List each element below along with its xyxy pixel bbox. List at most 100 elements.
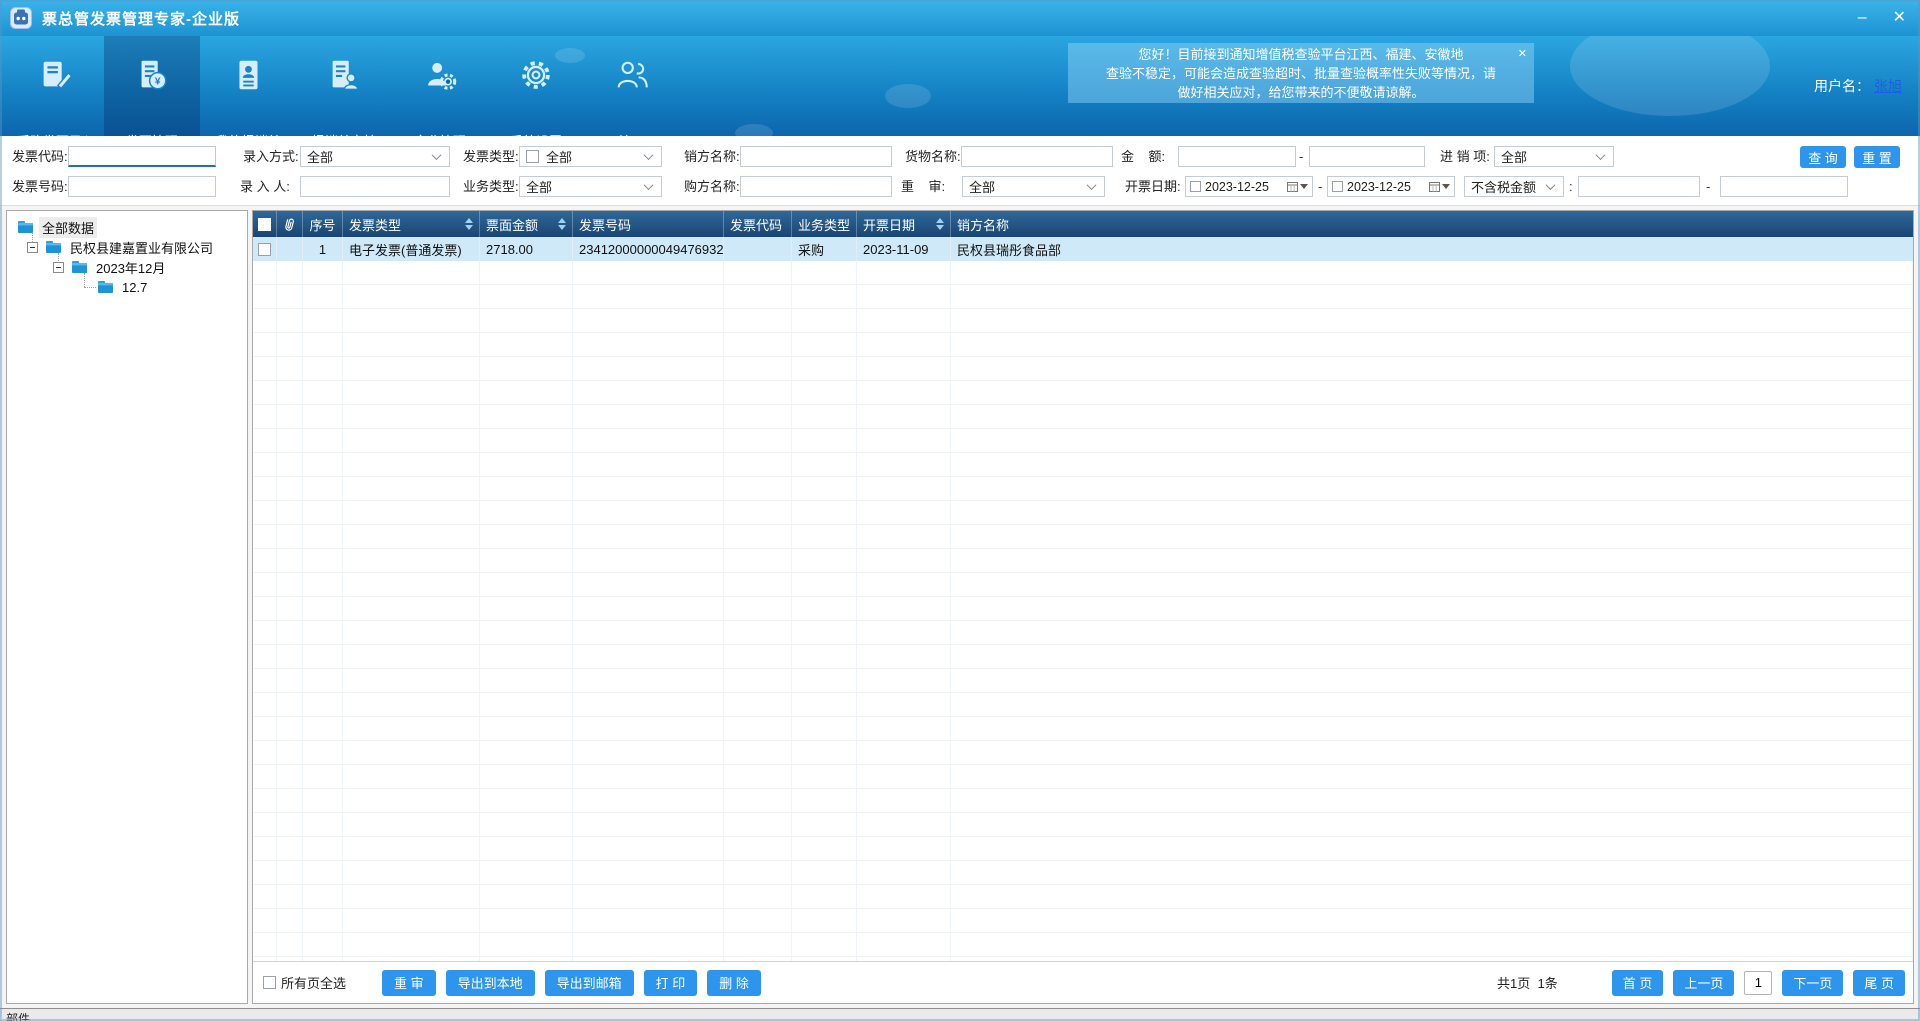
table-empty-row	[253, 525, 1913, 549]
col-header-invoice-type[interactable]: 发票类型	[343, 211, 480, 237]
entry-method-value: 全部	[307, 147, 333, 166]
sort-arrows-icon[interactable]	[936, 218, 944, 230]
row-checkbox[interactable]	[258, 243, 271, 256]
entry-method-select[interactable]: 全部	[300, 146, 450, 167]
first-page-button[interactable]: 首 页	[1612, 970, 1664, 996]
delete-button[interactable]: 删 除	[707, 970, 761, 996]
amount-to-input[interactable]	[1309, 146, 1425, 167]
chevron-down-icon	[432, 150, 442, 160]
table-empty-row	[253, 429, 1913, 453]
close-button[interactable]: ✕	[1893, 10, 1906, 26]
table-empty-row	[253, 789, 1913, 813]
nav-item-my-expense-forms[interactable]: 我的报销单	[200, 36, 296, 136]
buyer-name-input[interactable]	[740, 176, 892, 197]
entry-person-input[interactable]	[300, 176, 450, 197]
tax-amount-to-input[interactable]	[1720, 176, 1848, 197]
recheck-select[interactable]: 全部	[962, 176, 1105, 197]
date-from-picker[interactable]: 2023-12-25	[1185, 176, 1313, 197]
tree-node-all-data[interactable]: 全部数据	[17, 217, 97, 237]
last-page-button[interactable]: 尾 页	[1853, 970, 1905, 996]
table-empty-row	[253, 813, 1913, 837]
tree-node-label: 12.7	[119, 279, 150, 296]
col-header-invoice-code[interactable]: 发票代码	[724, 211, 792, 237]
title-bar: 票总管发票管理专家-企业版 – ✕	[0, 0, 1920, 36]
nav-item-purchase-invoice-entry[interactable]: 采购发票录入	[8, 36, 104, 136]
attachment-header-cell[interactable]	[277, 211, 303, 237]
notice-banner: 您好！目前接到通知增值税查验平台江西、福建、安徽地 查验不稳定，可能会造成查验超…	[1068, 43, 1534, 103]
amount-mode-select[interactable]: 不含税金额	[1464, 176, 1564, 197]
tree-node-label: 全部数据	[39, 217, 97, 238]
seller-name-input[interactable]	[740, 146, 892, 167]
main-area: 全部数据 民权县建嘉置业有限公司 2023年12月 12.7	[0, 206, 1920, 1008]
table-empty-rows	[253, 261, 1913, 961]
col-header-business-type[interactable]: 业务类型	[792, 211, 857, 237]
table-empty-row	[253, 837, 1913, 861]
tax-amount-from-input[interactable]	[1578, 176, 1700, 197]
tree-node-company[interactable]: 民权县建嘉置业有限公司	[45, 237, 216, 257]
date-from-checkbox[interactable]	[1190, 181, 1201, 192]
tree-node-label: 民权县建嘉置业有限公司	[67, 237, 216, 258]
nav-item-about[interactable]: 关 于	[584, 36, 680, 136]
chevron-down-icon	[1087, 180, 1097, 190]
table-empty-row	[253, 549, 1913, 573]
invoice-no-label: 发票号码:	[12, 176, 68, 198]
reset-button[interactable]: 重 置	[1854, 146, 1900, 168]
cell-seller: 民权县瑞彤食品部	[951, 237, 1913, 261]
sort-arrows-icon[interactable]	[465, 218, 473, 230]
tree-collapse-toggle[interactable]	[27, 242, 38, 253]
invoice-no-input[interactable]	[68, 176, 216, 197]
app-logo-icon	[10, 7, 32, 29]
minimize-button[interactable]: –	[1858, 10, 1867, 26]
goods-name-input[interactable]	[961, 146, 1113, 167]
folder-icon	[45, 240, 62, 254]
amount-from-input[interactable]	[1178, 146, 1296, 167]
col-header-invoice-no[interactable]: 发票号码	[573, 211, 724, 237]
table-empty-row	[253, 261, 1913, 285]
recheck-button[interactable]: 重 审	[382, 970, 436, 996]
decor-bubble	[1570, 36, 1770, 116]
select-all-header-cell[interactable]	[253, 211, 277, 237]
invoice-type-combo[interactable]: 全部	[519, 146, 662, 167]
export-mail-button[interactable]: 导出到邮箱	[545, 970, 634, 996]
tree-collapse-toggle[interactable]	[53, 262, 64, 273]
print-button[interactable]: 打 印	[644, 970, 698, 996]
table-row[interactable]: 1 电子发票(普通发票) 2718.00 2341200000004947693…	[253, 237, 1913, 261]
header-checkbox[interactable]	[258, 218, 271, 231]
nav-item-invoice-management[interactable]: ¥ 发票管理	[104, 36, 200, 136]
query-button[interactable]: 查 询	[1800, 146, 1846, 168]
prev-page-button[interactable]: 上一页	[1673, 970, 1734, 996]
invoice-type-checkbox[interactable]	[526, 150, 539, 163]
inout-select[interactable]: 全部	[1494, 146, 1614, 167]
tree-node-day[interactable]: 12.7	[97, 277, 150, 297]
col-header-amount[interactable]: 票面金额	[480, 211, 573, 237]
table-header: 序号 发票类型 票面金额 发票号码 发票代码 业务类型 开票日期 销方名称	[253, 211, 1913, 237]
date-to-checkbox[interactable]	[1332, 181, 1343, 192]
invoice-code-input[interactable]	[68, 146, 216, 167]
calendar-icon[interactable]	[1287, 181, 1308, 192]
table-empty-row	[253, 501, 1913, 525]
notice-close-icon[interactable]: ✕	[1518, 45, 1527, 64]
business-type-select[interactable]: 全部	[519, 176, 662, 197]
export-local-button[interactable]: 导出到本地	[446, 970, 535, 996]
table-empty-row	[253, 285, 1913, 309]
next-page-button[interactable]: 下一页	[1782, 970, 1843, 996]
date-to-picker[interactable]: 2023-12-25	[1327, 176, 1455, 197]
user-label: 用户名：	[1814, 78, 1870, 94]
cell-invoice-type: 电子发票(普通发票)	[343, 237, 480, 261]
col-header-seq[interactable]: 序号	[303, 211, 343, 237]
col-header-invoice-date[interactable]: 开票日期	[857, 211, 951, 237]
select-all-pages-checkbox[interactable]	[263, 976, 276, 989]
sort-arrows-icon[interactable]	[558, 218, 566, 230]
page-number-input[interactable]	[1744, 971, 1772, 995]
calendar-icon[interactable]	[1429, 181, 1450, 192]
cell-business-type: 采购	[792, 237, 857, 261]
nav-item-expense-audit[interactable]: 报销单审核	[296, 36, 392, 136]
user-name-link[interactable]: 张旭	[1874, 78, 1902, 94]
table-empty-row	[253, 645, 1913, 669]
table-empty-row	[253, 333, 1913, 357]
seller-name-label: 销方名称:	[684, 146, 740, 168]
nav-item-system-settings[interactable]: 系统设置	[488, 36, 584, 136]
nav-item-enterprise-management[interactable]: 企业管理	[392, 36, 488, 136]
tree-node-month[interactable]: 2023年12月	[71, 257, 168, 277]
col-header-seller[interactable]: 销方名称	[951, 211, 1913, 237]
